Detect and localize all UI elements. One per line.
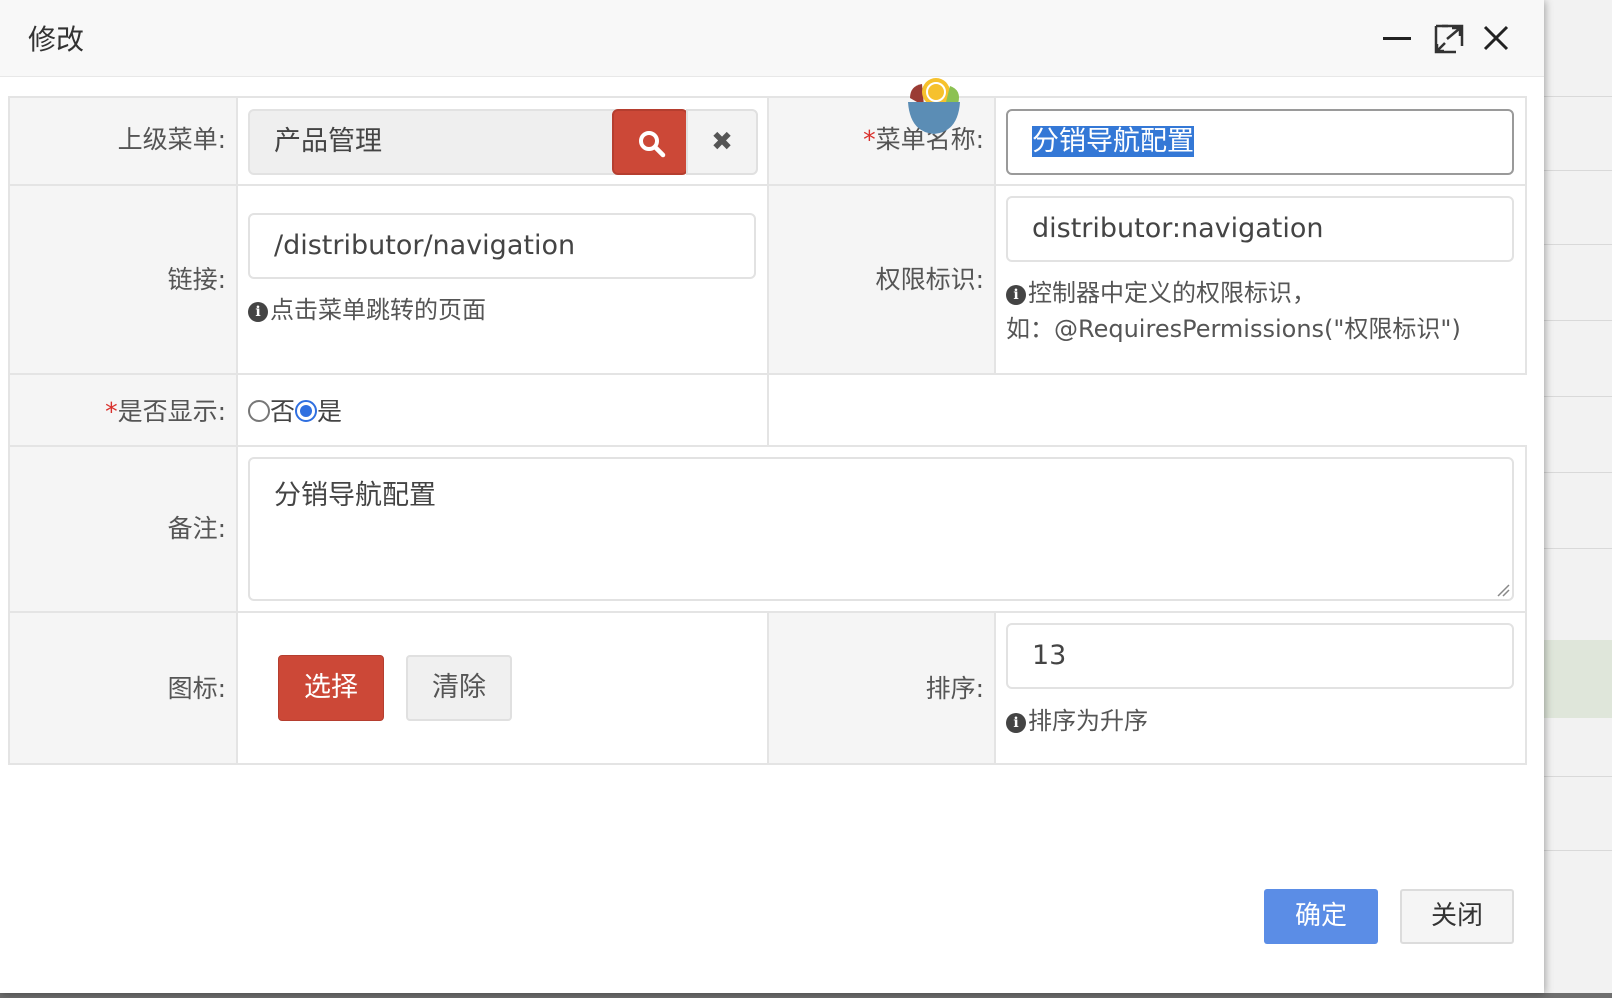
- permission-label-cell: 权限标识:: [767, 184, 996, 375]
- link-label: 链接:: [167, 265, 226, 294]
- radio-no-label[interactable]: 否: [270, 397, 295, 426]
- sort-label-cell: 排序:: [767, 611, 996, 765]
- menu-name-input[interactable]: 分销导航配置: [1006, 109, 1514, 175]
- remarks-label: 备注:: [167, 514, 226, 543]
- remarks-cell: 分销导航配置: [236, 445, 1527, 613]
- link-input[interactable]: /distributor/navigation: [248, 213, 756, 279]
- info-icon: i: [248, 302, 268, 322]
- info-icon: i: [1006, 713, 1026, 733]
- required-mark: *: [863, 125, 876, 154]
- background-page: [1544, 0, 1612, 998]
- permission-cell: distributor:navigation i 控制器中定义的权限标识， 如：@…: [994, 184, 1527, 375]
- menu-name-cell: 分销导航配置: [994, 96, 1527, 186]
- dialog-titlebar[interactable]: 修改: [0, 0, 1544, 77]
- required-mark: *: [105, 397, 118, 426]
- select-icon-button[interactable]: 选择: [278, 655, 384, 721]
- sort-input[interactable]: 13: [1006, 623, 1514, 689]
- parent-menu-label-cell: 上级菜单:: [8, 96, 238, 186]
- icon-label: 图标:: [167, 674, 226, 703]
- link-label-cell: 链接:: [8, 184, 238, 375]
- radio-yes-label[interactable]: 是: [317, 397, 342, 426]
- sort-help: i 排序为升序: [1006, 701, 1148, 736]
- sort-cell: 13 i 排序为升序: [994, 611, 1527, 765]
- radio-no[interactable]: [248, 400, 270, 422]
- close-icon[interactable]: [1476, 18, 1516, 58]
- link-cell: /distributor/navigation i 点击菜单跳转的页面: [236, 184, 769, 375]
- permission-input[interactable]: distributor:navigation: [1006, 196, 1514, 262]
- edit-dialog: 修改 上级菜单: 产品管理 ✖ *菜单名称: 分销导航配置 链接: /distr…: [0, 0, 1544, 993]
- sort-label: 排序:: [925, 674, 984, 703]
- permission-help-line2: 如：@RequiresPermissions("权限标识"): [1006, 315, 1461, 343]
- parent-menu-input[interactable]: 产品管理: [248, 109, 622, 175]
- clear-parent-button[interactable]: ✖: [686, 109, 758, 175]
- close-button[interactable]: 关闭: [1400, 889, 1514, 944]
- visible-cell: 否是: [236, 373, 769, 447]
- confirm-button[interactable]: 确定: [1264, 889, 1378, 944]
- parent-menu-cell: 产品管理 ✖: [236, 96, 769, 186]
- dialog-title: 修改: [28, 23, 85, 56]
- permission-help: i 控制器中定义的权限标识，: [1006, 273, 1316, 308]
- visible-radio-group: 否是: [248, 392, 342, 428]
- menu-form: 上级菜单: 产品管理 ✖ *菜单名称: 分销导航配置 链接: /distribu…: [8, 96, 1527, 765]
- remarks-value: 分销导航配置: [274, 480, 436, 511]
- parent-menu-label: 上级菜单:: [117, 125, 226, 154]
- icon-label-cell: 图标:: [8, 611, 238, 765]
- permission-label: 权限标识:: [875, 265, 984, 294]
- background-overlay: [0, 993, 1612, 998]
- search-icon: [639, 131, 666, 158]
- remarks-label-cell: 备注:: [8, 445, 238, 613]
- empty-cell: [767, 373, 1527, 447]
- visible-label: 是否显示:: [117, 397, 226, 426]
- minimize-icon[interactable]: [1377, 18, 1417, 58]
- icon-cell: 选择 清除: [236, 611, 769, 765]
- maximize-icon[interactable]: [1428, 18, 1468, 58]
- link-help: i 点击菜单跳转的页面: [248, 290, 486, 325]
- visible-label-cell: *是否显示:: [8, 373, 238, 447]
- menu-name-value: 分销导航配置: [1032, 126, 1194, 157]
- info-icon: i: [1006, 285, 1026, 305]
- floating-mascot-icon[interactable]: [902, 76, 966, 138]
- resize-grip-icon[interactable]: [1494, 581, 1510, 597]
- clear-icon-button[interactable]: 清除: [406, 655, 512, 721]
- remarks-textarea[interactable]: 分销导航配置: [248, 457, 1514, 601]
- search-button[interactable]: [612, 109, 688, 175]
- radio-yes[interactable]: [295, 400, 318, 422]
